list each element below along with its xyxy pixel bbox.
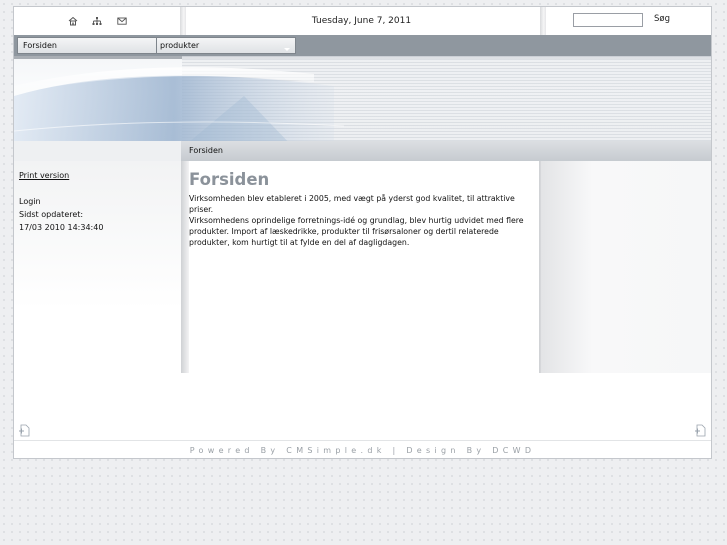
header-banner	[14, 56, 711, 148]
breadcrumb: Forsiden	[189, 146, 223, 155]
banner-graphic	[14, 67, 345, 148]
nav-bar: Forsiden produkter	[14, 35, 711, 56]
page-title: Forsiden	[189, 170, 270, 189]
nav-item-label: produkter	[160, 41, 200, 50]
top-icons	[14, 7, 181, 35]
breadcrumb-left-panel	[14, 141, 181, 161]
last-updated-label: Sidst opdateret:	[19, 210, 84, 219]
history-paragraph: Virksomhedens oprindelige forretnings-id…	[189, 216, 524, 247]
main-content: Forsiden Virksomheden blev etableret i 2…	[189, 161, 539, 248]
mail-icon[interactable]	[117, 16, 127, 26]
search-input[interactable]	[573, 13, 643, 27]
date-display: Tuesday, June 7, 2011	[311, 16, 412, 26]
last-updated-value: 17/03 2010 14:34:40	[19, 223, 104, 232]
dropdown-caret-icon	[284, 48, 290, 51]
add-page-icon[interactable]	[694, 424, 707, 437]
home-icon[interactable]	[68, 16, 78, 26]
nav-item-forsiden[interactable]: Forsiden	[17, 37, 157, 54]
login-link[interactable]: Login	[19, 197, 41, 206]
top-bar: Tuesday, June 7, 2011 Søg	[14, 7, 711, 35]
sitemap-icon[interactable]	[92, 16, 102, 26]
nav-item-produkter[interactable]: produkter	[156, 37, 296, 54]
search-area: Søg	[542, 7, 711, 35]
page-container: Tuesday, June 7, 2011 Søg Forsiden produ…	[13, 6, 712, 459]
right-sidebar	[541, 161, 711, 373]
intro-paragraph: Virksomheden blev etableret i 2005, med …	[189, 194, 515, 214]
breadcrumb-bar: Forsiden	[14, 141, 711, 161]
left-sidebar: Print version Login Sidst opdateret: 17/…	[14, 161, 184, 373]
print-version-link[interactable]: Print version	[19, 171, 69, 180]
footer-credits: Powered By CMSimple.dk | Design By DCWD	[14, 440, 711, 458]
search-button[interactable]: Søg	[654, 14, 670, 24]
add-page-icon[interactable]	[18, 424, 31, 437]
column-shadow	[181, 161, 189, 373]
